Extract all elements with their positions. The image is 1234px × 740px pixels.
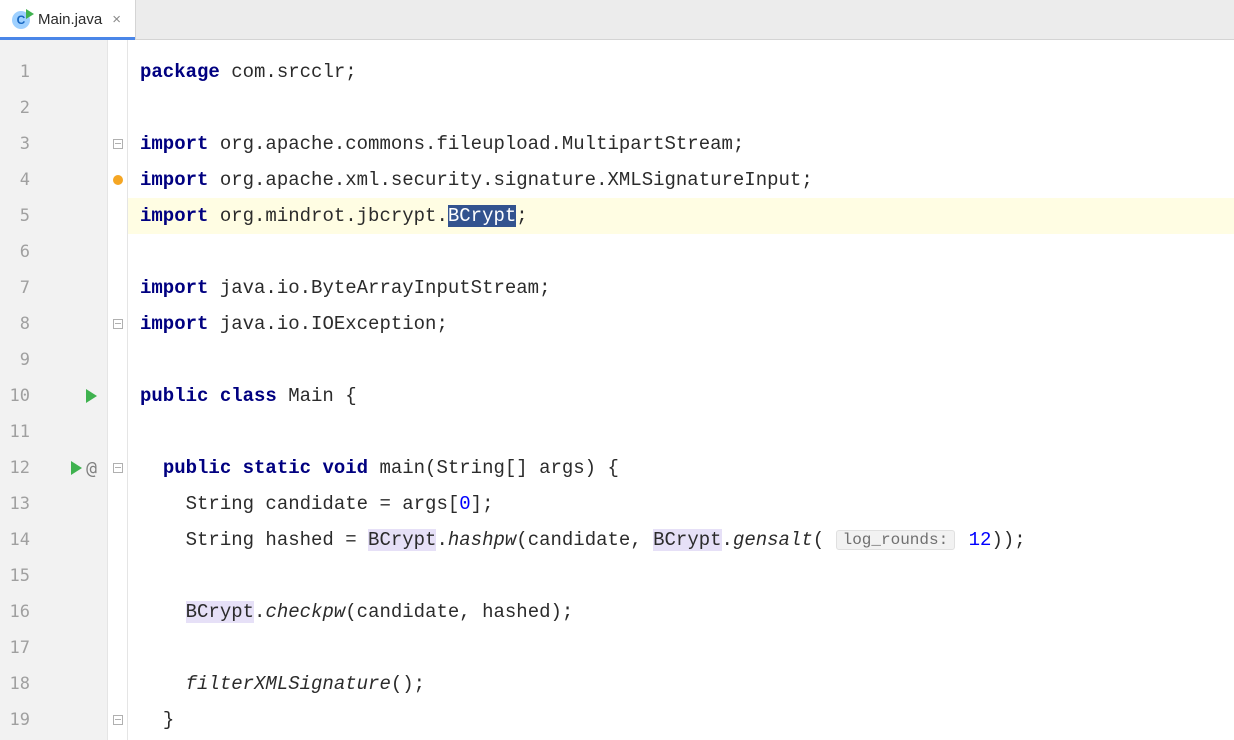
fold-row [108, 378, 127, 414]
editor: 123456789101112@13141516171819 package c… [0, 40, 1234, 740]
line-number: 19 [0, 710, 30, 730]
code-line: package com.srcclr; [128, 54, 1234, 90]
line-number: 5 [0, 206, 30, 226]
line-number: 9 [0, 350, 30, 370]
gutter-row[interactable]: 7 [0, 270, 107, 306]
fold-row [108, 342, 127, 378]
line-number: 2 [0, 98, 30, 118]
fold-row [108, 702, 127, 738]
fold-row [108, 486, 127, 522]
close-icon[interactable]: × [110, 11, 123, 28]
fold-row [108, 90, 127, 126]
gutter-row[interactable]: 6 [0, 234, 107, 270]
inlay-hint: log_rounds: [836, 530, 956, 550]
code-line: import java.io.IOException; [128, 306, 1234, 342]
run-icon[interactable] [71, 461, 82, 475]
code-line: filterXMLSignature(); [128, 666, 1234, 702]
gutter-row[interactable]: 1 [0, 54, 107, 90]
code-line: } [128, 702, 1234, 738]
gutter-row[interactable]: 13 [0, 486, 107, 522]
code-line [128, 414, 1234, 450]
tab-bar: C Main.java × [0, 0, 1234, 40]
warning-icon[interactable] [113, 175, 123, 185]
gutter-row[interactable]: 2 [0, 90, 107, 126]
gutter-row[interactable]: 15 [0, 558, 107, 594]
code-line [128, 90, 1234, 126]
code-line: String hashed = BCrypt.hashpw(candidate,… [128, 522, 1234, 558]
fold-row [108, 234, 127, 270]
code-area[interactable]: package com.srcclr; import org.apache.co… [128, 40, 1234, 740]
code-line: String candidate = args[0]; [128, 486, 1234, 522]
fold-icon[interactable] [113, 319, 123, 329]
gutter-row[interactable]: 18 [0, 666, 107, 702]
gutter-row[interactable]: 3 [0, 126, 107, 162]
line-number: 1 [0, 62, 30, 82]
code-line [128, 234, 1234, 270]
fold-row [108, 54, 127, 90]
code-line [128, 558, 1234, 594]
gutter-row[interactable]: 11 [0, 414, 107, 450]
fold-row [108, 198, 127, 234]
gutter-row[interactable]: 9 [0, 342, 107, 378]
tab-main-java[interactable]: C Main.java × [0, 0, 136, 39]
fold-row [108, 594, 127, 630]
line-number: 14 [0, 530, 30, 550]
line-number: 17 [0, 638, 30, 658]
code-line [128, 342, 1234, 378]
selection: BCrypt [448, 205, 516, 227]
gutter-row[interactable]: 16 [0, 594, 107, 630]
code-line: public static void main(String[] args) { [128, 450, 1234, 486]
line-number: 18 [0, 674, 30, 694]
line-number: 16 [0, 602, 30, 622]
java-class-run-icon: C [12, 11, 30, 29]
line-number: 3 [0, 134, 30, 154]
line-number: 6 [0, 242, 30, 262]
line-number: 15 [0, 566, 30, 586]
line-number: 11 [0, 422, 30, 442]
line-number: 8 [0, 314, 30, 334]
line-number: 7 [0, 278, 30, 298]
line-number: 4 [0, 170, 30, 190]
fold-row [108, 450, 127, 486]
fold-row [108, 162, 127, 198]
code-line: import java.io.ByteArrayInputStream; [128, 270, 1234, 306]
line-number: 10 [0, 386, 30, 406]
fold-icon[interactable] [113, 715, 123, 725]
line-number: 13 [0, 494, 30, 514]
gutter-row[interactable]: 8 [0, 306, 107, 342]
gutter-row[interactable]: 19 [0, 702, 107, 738]
gutter-row[interactable]: 4 [0, 162, 107, 198]
gutter-row[interactable]: 14 [0, 522, 107, 558]
code-line: public class Main { [128, 378, 1234, 414]
gutter-row[interactable]: 10 [0, 378, 107, 414]
fold-row [108, 270, 127, 306]
code-line: BCrypt.checkpw(candidate, hashed); [128, 594, 1234, 630]
gutter[interactable]: 123456789101112@13141516171819 [0, 40, 108, 740]
code-line-current: import org.mindrot.jbcrypt.BCrypt; [128, 198, 1234, 234]
fold-icon[interactable] [113, 463, 123, 473]
fold-row [108, 522, 127, 558]
fold-strip[interactable] [108, 40, 128, 740]
gutter-row[interactable]: 12 @ [0, 450, 107, 486]
line-number: 12 [0, 458, 30, 478]
gutter-row[interactable]: 5 [0, 198, 107, 234]
fold-row [108, 558, 127, 594]
tab-label: Main.java [38, 11, 102, 28]
fold-row [108, 630, 127, 666]
code-line: import org.apache.commons.fileupload.Mul… [128, 126, 1234, 162]
gutter-row[interactable]: 17 [0, 630, 107, 666]
fold-row [108, 126, 127, 162]
fold-row [108, 414, 127, 450]
fold-row [108, 306, 127, 342]
fold-row [108, 666, 127, 702]
override-icon[interactable]: @ [86, 458, 97, 479]
run-icon[interactable] [86, 389, 97, 403]
code-line [128, 630, 1234, 666]
code-line: import org.apache.xml.security.signature… [128, 162, 1234, 198]
fold-icon[interactable] [113, 139, 123, 149]
